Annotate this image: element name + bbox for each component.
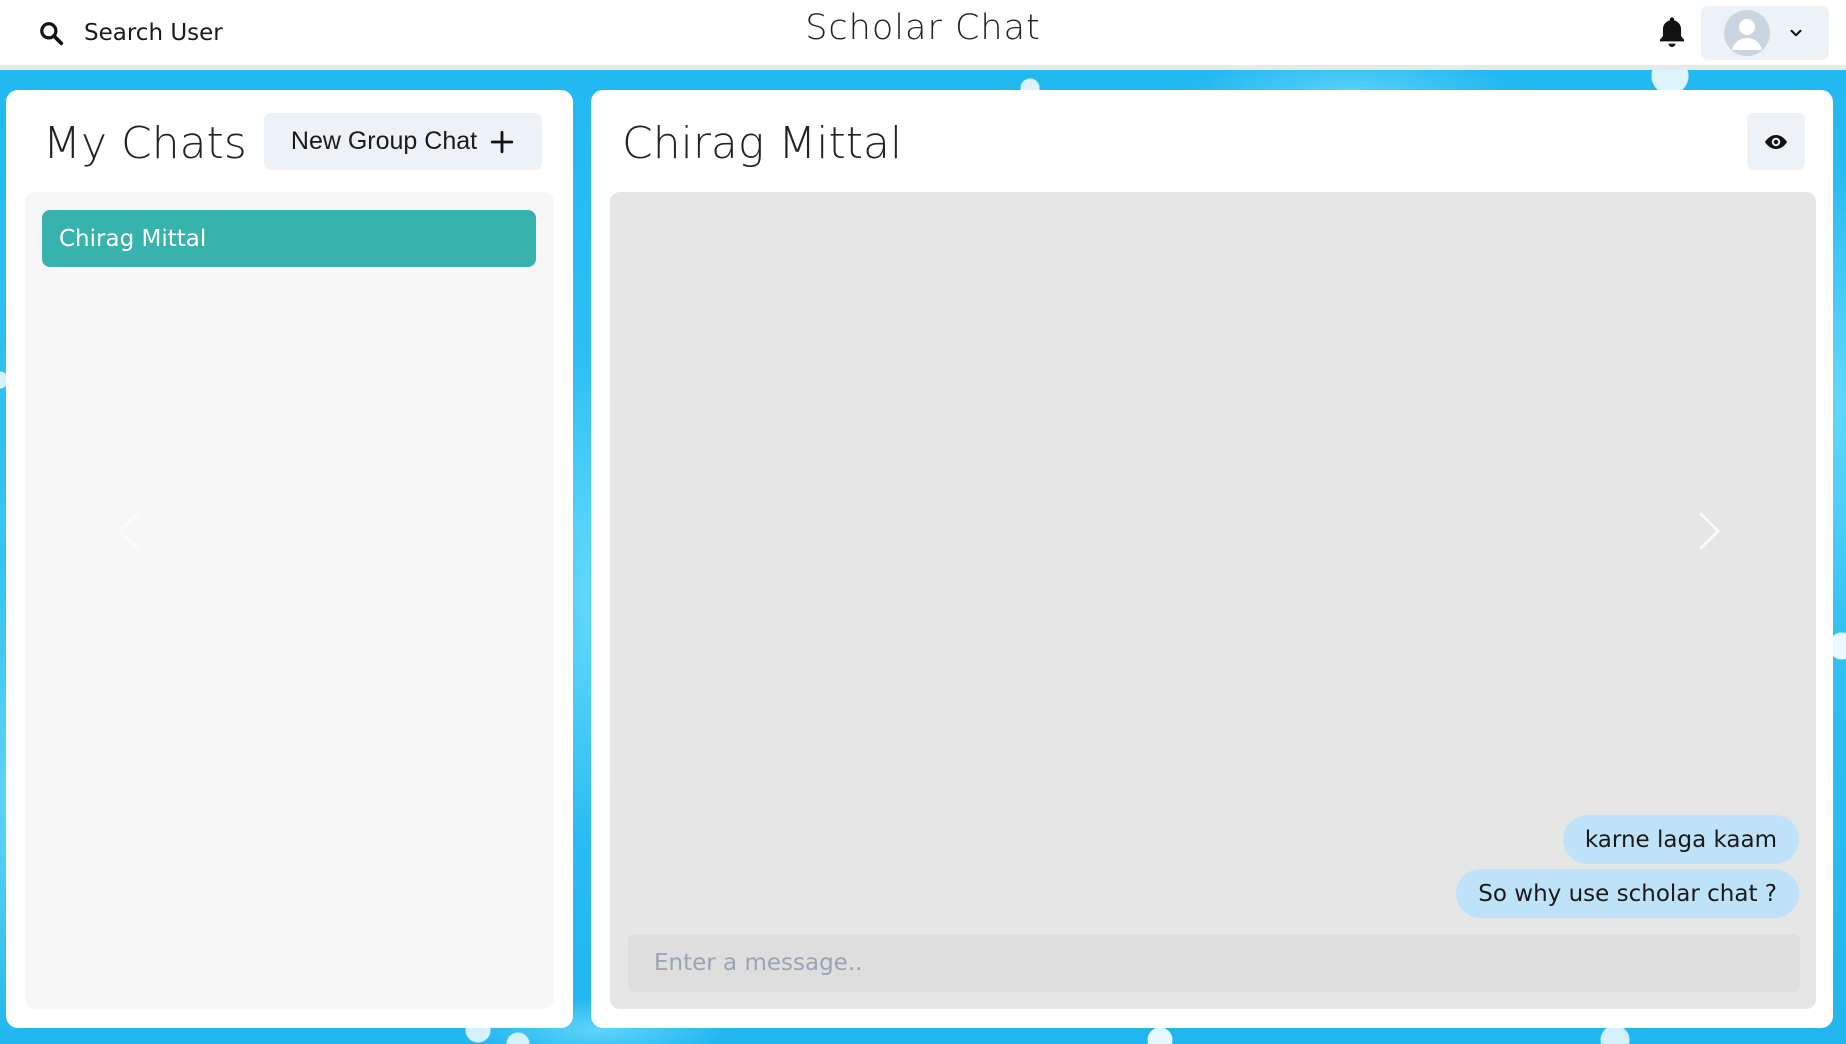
- message-bubble: karne laga kaam: [1562, 815, 1799, 864]
- bell-icon[interactable]: [1656, 14, 1688, 50]
- plus-icon: [490, 130, 514, 153]
- my-chats-title: My Chats: [43, 118, 247, 169]
- view-profile-button[interactable]: [1747, 113, 1805, 170]
- my-chats-panel: My Chats New Group Chat Chirag Mittal: [6, 90, 573, 1028]
- chat-list: Chirag Mittal: [25, 192, 554, 1009]
- app-title: Scholar Chat: [805, 8, 1041, 48]
- new-group-chat-label: New Group Chat: [290, 127, 478, 155]
- messages-area: karne laga kaam So why use scholar chat …: [610, 192, 1816, 1009]
- message-bubble: So why use scholar chat ?: [1456, 869, 1799, 918]
- chevron-right-icon[interactable]: [1694, 509, 1724, 553]
- message-input[interactable]: [628, 934, 1800, 992]
- profile-menu-button[interactable]: [1701, 6, 1829, 60]
- new-group-chat-button[interactable]: New Group Chat: [264, 113, 542, 170]
- chevron-down-icon: [1790, 29, 1802, 37]
- user-avatar-icon: [1724, 10, 1770, 56]
- eye-icon: [1765, 134, 1787, 149]
- chevron-left-icon[interactable]: [114, 509, 144, 553]
- top-bar: Search User Scholar Chat: [0, 0, 1846, 70]
- chat-partner-name: Chirag Mittal: [622, 118, 903, 169]
- chat-window: Chirag Mittal karne laga kaam So why use…: [591, 90, 1833, 1028]
- chat-list-item[interactable]: Chirag Mittal: [42, 210, 536, 267]
